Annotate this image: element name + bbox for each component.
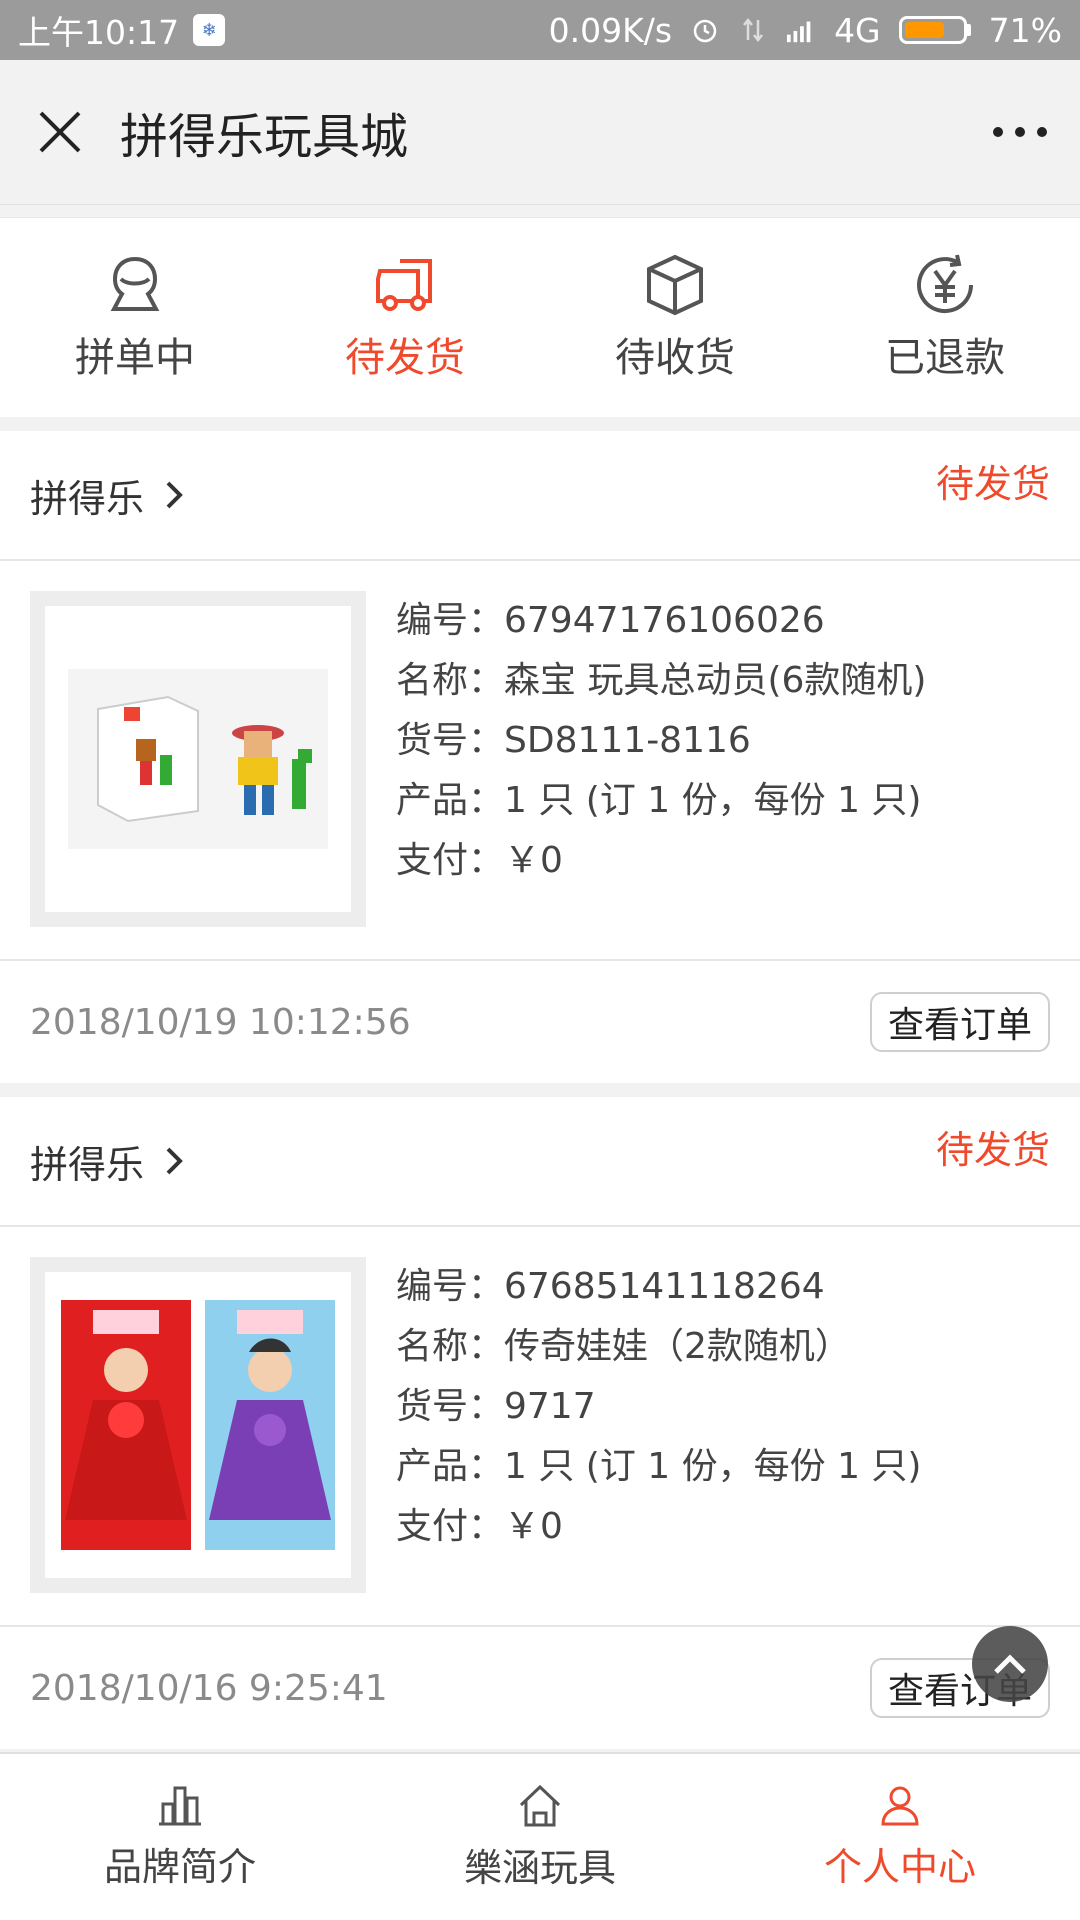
tab-label: 已退款 [885,334,1005,381]
app-notification-icon: ❄ [193,14,226,46]
order-info: 编号：67685141118264 名称：传奇娃娃（2款随机） 货号：9717 … [396,1257,921,1595]
network-type: 4G [834,10,881,50]
bar-chart-icon [159,1786,201,1825]
nav-label: 樂涵玩具 [463,1845,616,1890]
back-to-top-button[interactable] [972,1626,1048,1702]
truck-icon [376,258,432,311]
product-quantity: 产品：1 只 (订 1 份，每份 1 只) [396,1446,922,1487]
order-time: 2018/10/16 9:25:41 [30,1667,388,1709]
order-header[interactable]: 拼得乐 待发货 [0,431,1080,561]
more-button[interactable] [960,60,1080,205]
order-header[interactable]: 拼得乐 待发货 [0,1097,1080,1227]
shop-name[interactable]: 拼得乐 [30,1134,144,1189]
tab-label: 拼单中 [75,334,195,381]
nav-lehan-toys[interactable]: 樂涵玩具 [360,1754,720,1920]
home-icon [519,1784,561,1826]
order-footer: 2018/10/19 10:12:56 查看订单 [0,961,1080,1083]
product-name: 名称：传奇娃娃（2款随机） [396,1326,851,1367]
status-left: 上午10:17 ❄ [18,6,226,54]
view-order-button[interactable]: 查看订单 [869,992,1050,1052]
order-footer: 2018/10/16 9:25:41 查看订单 [0,1627,1080,1749]
order-card: 拼得乐 待发货 [0,431,1080,1083]
tab-grouping[interactable]: 拼单中 [0,218,270,417]
more-dots-icon [993,127,1047,137]
tab-label: 待收货 [615,334,735,381]
nav-label: 品牌简介 [103,1844,256,1889]
order-number: 编号：67685141118264 [396,1266,825,1307]
order-time: 2018/10/19 10:12:56 [30,1001,411,1043]
status-time: 上午10:17 [18,13,180,52]
status-right: 0.09K/s 4G 71% [549,11,1062,50]
network-speed: 0.09K/s [548,10,673,50]
person-icon [881,1786,919,1825]
user-group-icon [110,256,160,311]
alarm-icon [690,15,720,45]
tab-label: 待发货 [345,334,465,381]
tab-awaiting-shipment[interactable]: 待发货 [270,218,540,417]
title-bar: 拼得乐玩具城 [0,60,1080,205]
product-image[interactable] [30,591,366,927]
payment-amount: 支付：￥0 [396,1506,563,1547]
tab-awaiting-receipt[interactable]: 待收货 [540,218,810,417]
content-scroll[interactable]: 拼单中 待发货 待收货 已退款 拼得乐 待发货 编号：6794717610602… [0,205,1080,1752]
chevron-right-icon [166,1147,183,1175]
product-quantity: 产品：1 只 (订 1 份，每份 1 只) [396,780,922,821]
order-number: 编号：67947176106026 [396,600,825,641]
order-info: 编号：67947176106026 名称：森宝 玩具总动员(6款随机) 货号：S… [396,591,926,929]
order-card: 拼得乐 待发货 [0,1097,1080,1749]
bottom-nav: 品牌简介 樂涵玩具 个人中心 [0,1752,1080,1920]
product-sku: 货号：SD8111-8116 [396,720,751,761]
nav-personal-center[interactable]: 个人中心 [720,1754,1080,1920]
signal-icon [786,15,816,45]
order-body: 编号：67947176106026 名称：森宝 玩具总动员(6款随机) 货号：S… [0,561,1080,961]
order-body: 编号：67685141118264 名称：传奇娃娃（2款随机） 货号：9717 … [0,1227,1080,1627]
chevron-right-icon [166,481,183,509]
data-arrows-icon [738,15,768,45]
battery-percent: 71% [988,10,1062,50]
payment-amount: 支付：￥0 [396,840,563,881]
lego-toy-image [68,669,328,849]
page-title: 拼得乐玩具城 [120,109,409,165]
shop-name[interactable]: 拼得乐 [30,468,144,523]
order-status: 待发货 [935,1128,1050,1172]
close-icon [39,111,81,153]
status-bar: 上午10:17 ❄ 0.09K/s 4G 71% [0,0,1080,60]
product-image[interactable] [30,1257,366,1593]
nav-label: 个人中心 [823,1844,976,1889]
nav-brand-intro[interactable]: 品牌简介 [0,1754,360,1920]
order-status-tabs: 拼单中 待发货 待收货 已退款 [0,217,1080,417]
doll-toy-image [61,1300,335,1550]
box-icon [647,254,703,315]
order-status: 待发货 [935,462,1050,506]
product-sku: 货号：9717 [396,1386,596,1427]
tab-refunded[interactable]: 已退款 [810,218,1080,417]
product-name: 名称：森宝 玩具总动员(6款随机) [396,660,927,701]
battery-icon [898,16,971,44]
chevron-up-icon [994,1654,1026,1674]
close-button[interactable] [0,60,120,205]
yen-refund-icon [917,254,973,313]
